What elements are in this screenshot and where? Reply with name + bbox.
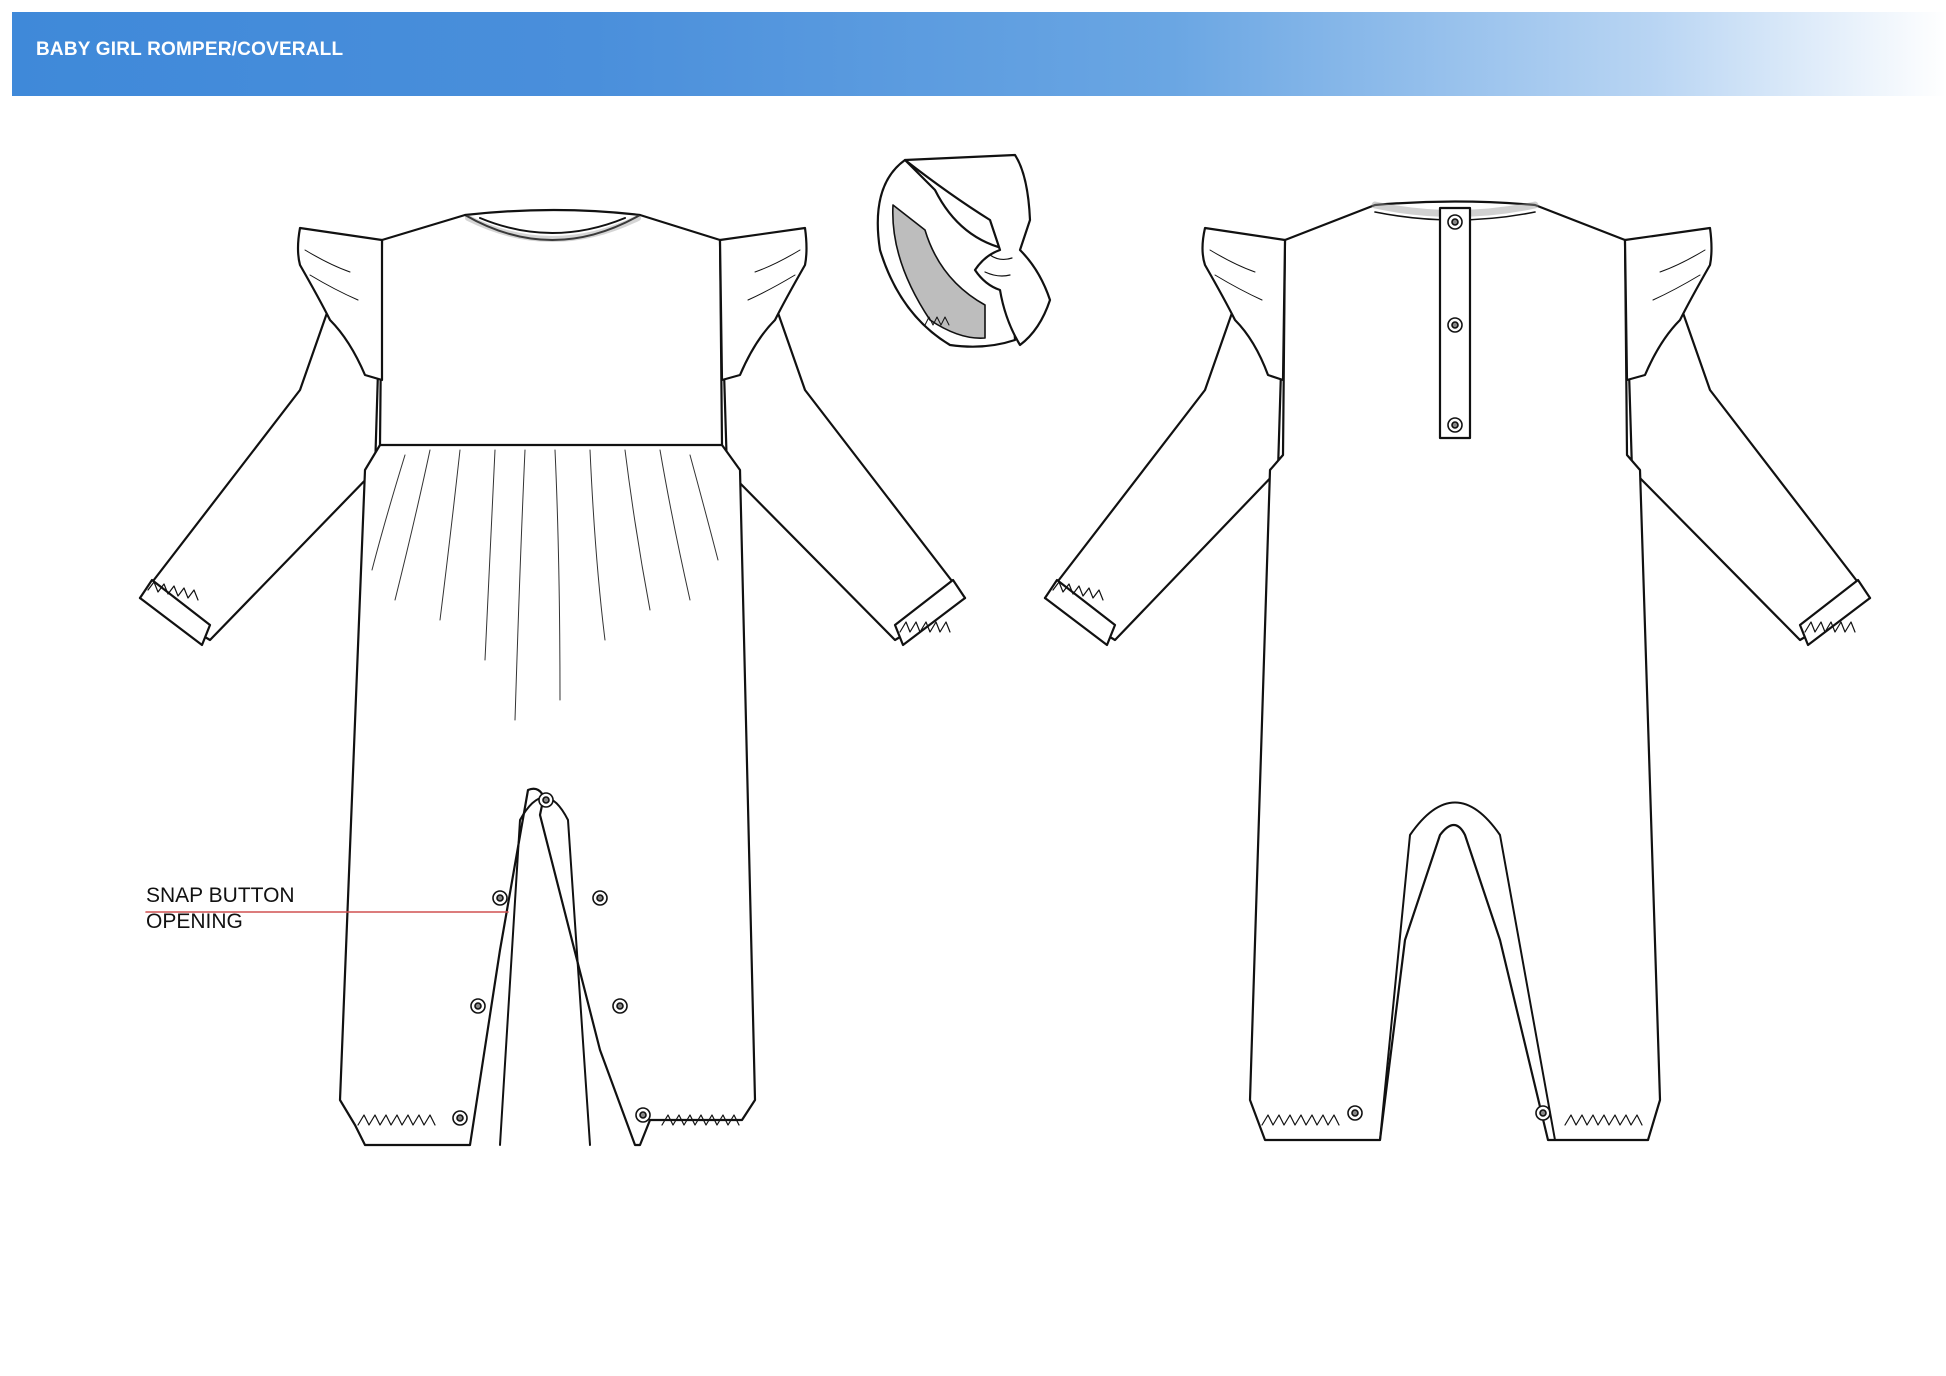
garment-flat-sketch — [138, 153, 1872, 1147]
front-body — [338, 208, 757, 1147]
front-view — [138, 208, 967, 1147]
snap-button-callout: SNAP BUTTON OPENING — [146, 883, 295, 935]
callout-line-1: SNAP BUTTON — [146, 884, 295, 907]
back-view — [1043, 200, 1872, 1142]
callout-line-2: OPENING — [146, 910, 243, 933]
headband — [876, 153, 1052, 348]
